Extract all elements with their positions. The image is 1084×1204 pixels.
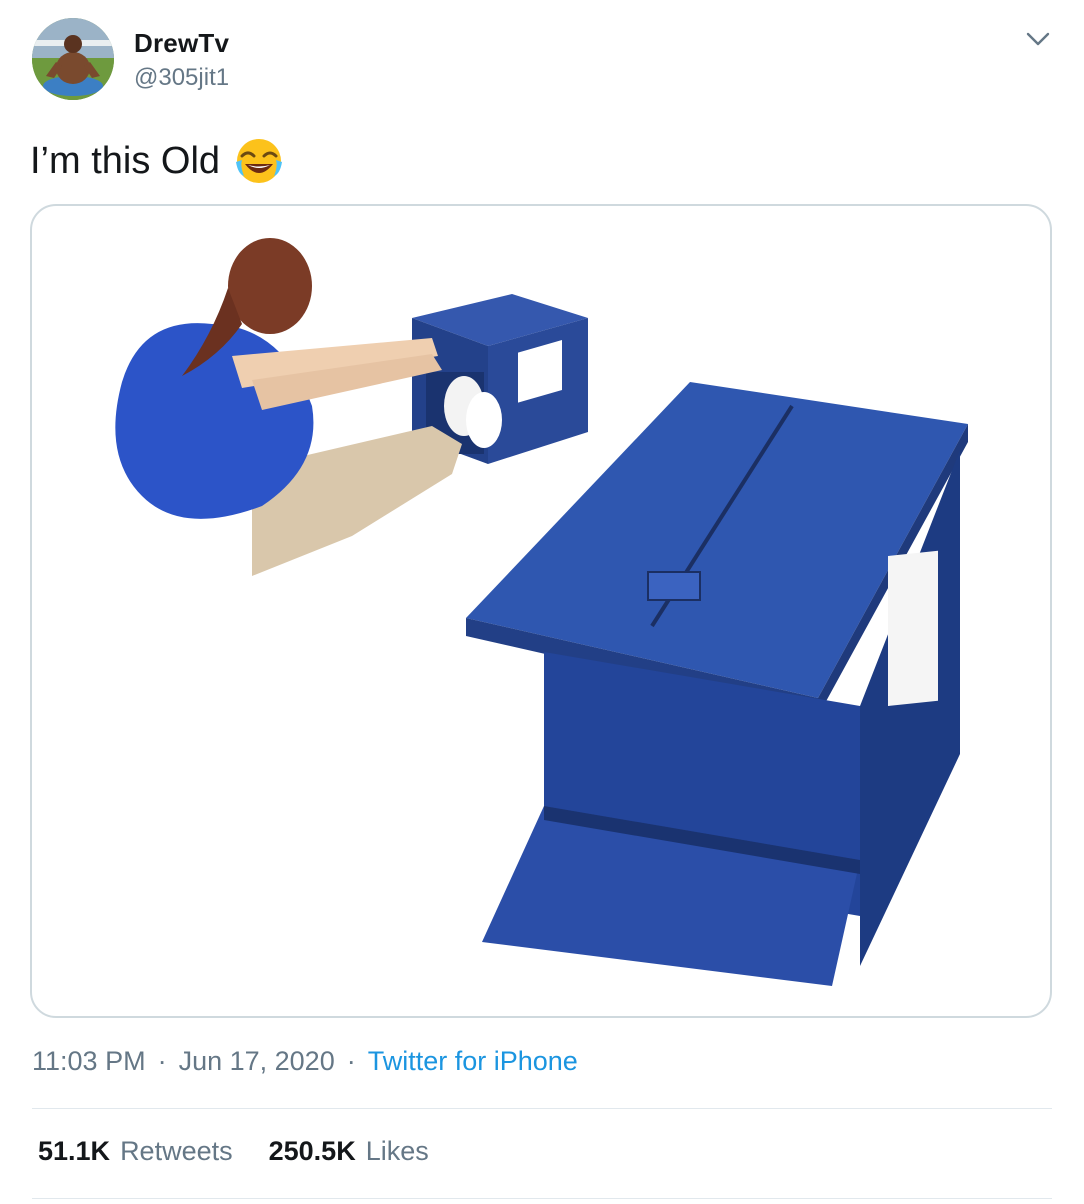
- likes-stat[interactable]: 250.5K Likes: [269, 1136, 429, 1167]
- media-illustration: [115, 238, 968, 986]
- large-sit-and-reach-box: [466, 382, 968, 986]
- retweets-label: Retweets: [120, 1136, 233, 1166]
- display-name[interactable]: DrewTv: [134, 28, 229, 59]
- avatar[interactable]: [32, 18, 114, 100]
- likes-label: Likes: [365, 1136, 429, 1166]
- tweet-text: I’m this Old: [30, 139, 221, 182]
- face-with-tears-of-joy-icon: [234, 136, 284, 186]
- meta-separator: ·: [346, 1046, 356, 1076]
- divider: [32, 1108, 1052, 1109]
- tweet-time[interactable]: 11:03 PM: [32, 1046, 146, 1077]
- tweet-date[interactable]: Jun 17, 2020: [179, 1046, 335, 1077]
- likes-count: 250.5K: [268, 1136, 356, 1166]
- tweet-meta: 11:03 PM · Jun 17, 2020 · Twitter for iP…: [32, 1046, 578, 1077]
- meta-separator: ·: [157, 1046, 167, 1076]
- tweet-source-link[interactable]: Twitter for iPhone: [368, 1046, 578, 1077]
- chevron-down-icon[interactable]: [1024, 28, 1052, 50]
- user-handle[interactable]: @305jit1: [134, 64, 229, 92]
- retweets-stat[interactable]: 51.1K Retweets: [38, 1136, 233, 1167]
- avatar-image: [32, 18, 114, 100]
- tweet-card: DrewTv @305jit1 I’m this Old 11:03 PM · …: [0, 0, 1084, 1204]
- tweet-text-row: I’m this Old: [30, 136, 284, 186]
- divider: [32, 1198, 1052, 1199]
- retweets-count: 51.1K: [38, 1136, 111, 1166]
- tweet-media[interactable]: [30, 204, 1052, 1018]
- tweet-stats: 51.1K Retweets 250.5K Likes: [38, 1136, 429, 1167]
